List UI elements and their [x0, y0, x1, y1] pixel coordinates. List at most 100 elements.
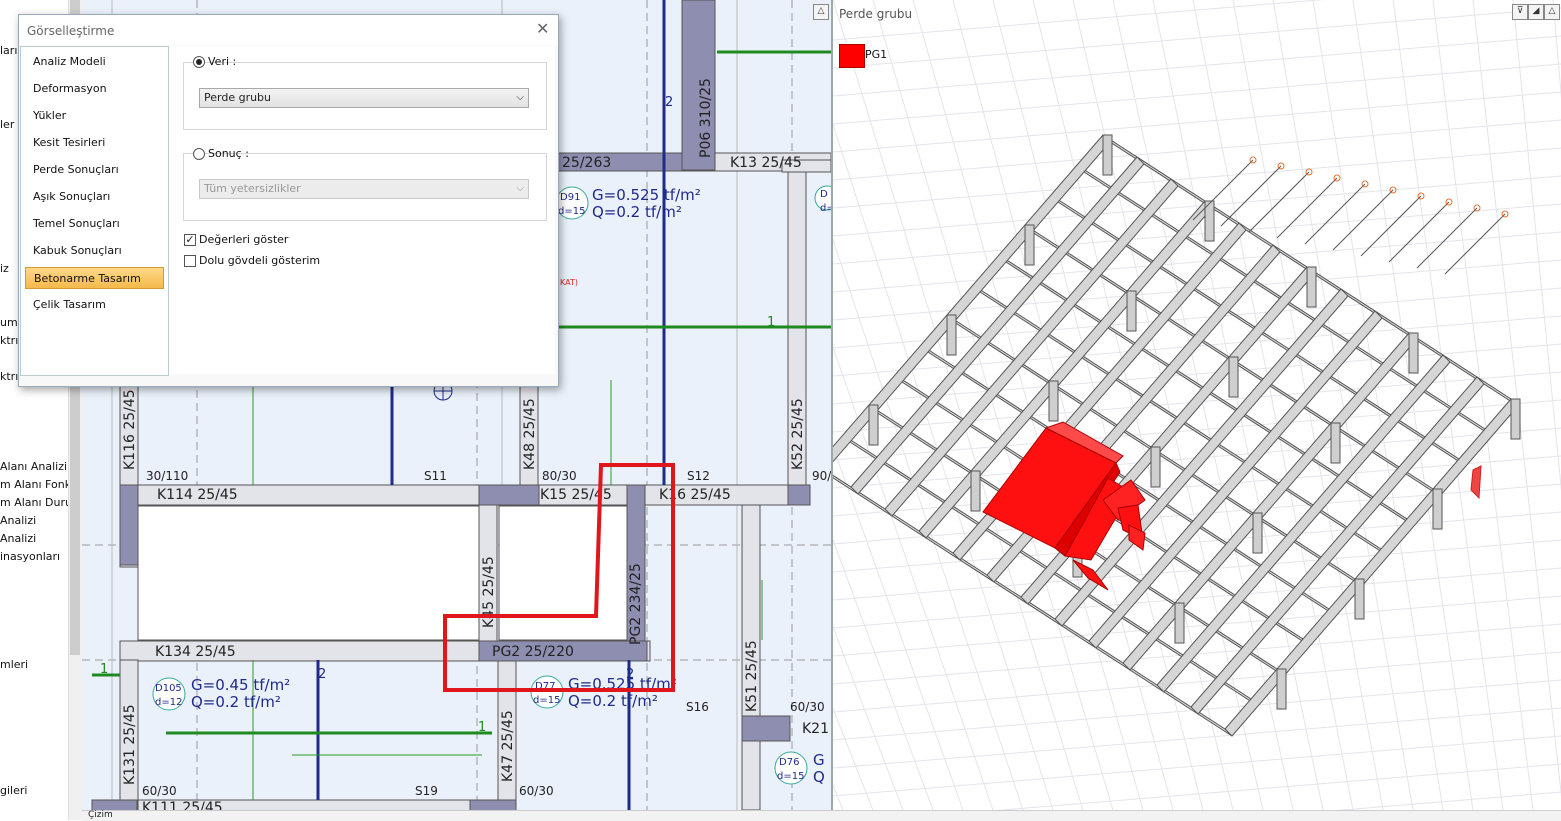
- tree-item[interactable]: ları: [0, 44, 17, 57]
- kat-note: KAT): [560, 278, 578, 287]
- sonuc-select-value: Tüm yetersizlikler: [204, 182, 301, 195]
- beam-label-k116: K116 25/45: [122, 389, 138, 470]
- view-icon[interactable]: ◢: [1528, 4, 1544, 20]
- beam-label-pg2-vertical: PG2 234/25: [628, 563, 644, 645]
- load-tag-d105: D105 d=12 G=0.45 tf/m² Q=0.2 tf/m²: [152, 676, 290, 711]
- tree-item[interactable]: ler: [0, 118, 14, 131]
- menu-item-a-k-sonu-lar-[interactable]: Aşık Sonuçları: [25, 186, 164, 208]
- dim-label: 60/30: [142, 784, 177, 798]
- veri-label: Veri :: [208, 55, 237, 68]
- beam-label-k47: K47 25/45: [500, 710, 516, 782]
- show-values-label: Değerleri göster: [199, 233, 289, 246]
- frame-column: [1174, 602, 1185, 644]
- frame-column: [1252, 512, 1263, 554]
- beam-label-25-263: 25/263: [562, 155, 611, 171]
- frame-column: [1276, 668, 1287, 710]
- tree-item[interactable]: Alanı Analizi: [0, 460, 67, 473]
- collapse-icon[interactable]: △: [1544, 4, 1560, 20]
- beam-label-p06: P06 310/25: [698, 78, 714, 158]
- beam-label-k131: K131 25/45: [122, 704, 138, 785]
- svg-text:d=15: d=15: [533, 695, 560, 706]
- tree-item[interactable]: ktrı: [0, 370, 18, 383]
- filter-icon[interactable]: ⊽: [1512, 4, 1528, 20]
- menu-item-perde-sonu-lar-[interactable]: Perde Sonuçları: [25, 159, 164, 181]
- chevron-down-icon: ⌵: [516, 183, 524, 194]
- svg-text:G: G: [813, 751, 825, 769]
- dim-label: 60/30: [519, 784, 554, 798]
- tree-item[interactable]: Analizi: [0, 532, 36, 545]
- svg-text:Q=0.2 tf/m²: Q=0.2 tf/m²: [592, 203, 682, 221]
- beam-label-k21: K21: [802, 721, 829, 737]
- view-title: Perde grubu: [839, 7, 913, 21]
- dialog-titlebar[interactable]: Görselleştirme ✕: [19, 15, 558, 45]
- beam-label-k51: K51 25/45: [744, 640, 760, 712]
- status-bar: Çizim: [82, 810, 1561, 821]
- dim-label: 60/30: [790, 700, 825, 714]
- tree-item[interactable]: mleri: [0, 658, 28, 671]
- load-tag-d77: D77 d=15 G=0.525 tf/m² Q=0.2 tf/m²: [530, 675, 677, 710]
- axis-number: 2: [626, 667, 634, 682]
- veri-select-value: Perde grubu: [204, 91, 272, 104]
- frame-column: [1102, 134, 1113, 176]
- svg-text:d=15: d=15: [777, 771, 804, 782]
- chevron-down-icon: ⌵: [516, 92, 524, 103]
- show-values-checkbox[interactable]: ✓: [184, 234, 196, 246]
- dim-label: 90/: [812, 469, 831, 483]
- 3d-model-canvas[interactable]: [833, 0, 1561, 810]
- axis-number: 2: [665, 95, 673, 110]
- menu-item-analiz-modeli[interactable]: Analiz Modeli: [25, 51, 164, 73]
- visualization-dialog[interactable]: Görselleştirme ✕ Analiz Modeli Deformasyo…: [18, 14, 559, 387]
- load-tag-d91: D91 d=15 G=0.525 tf/m² Q=0.2 tf/m²: [555, 186, 701, 221]
- legend-label: PG1: [865, 48, 888, 61]
- visualization-category-list[interactable]: Analiz Modeli Deformasyon Yükler Kesit Tesi…: [20, 46, 169, 376]
- frame-column: [1408, 332, 1419, 374]
- frame-column: [1354, 578, 1365, 620]
- menu-item-kesit-tesirleri[interactable]: Kesit Tesirleri: [25, 132, 164, 154]
- sonuc-radio[interactable]: [193, 148, 205, 160]
- beam-label-k48: K48 25/45: [522, 398, 538, 470]
- legend-color-swatch: [839, 44, 865, 68]
- svg-text:d=12: d=12: [155, 697, 182, 708]
- tree-item[interactable]: inasyonları: [0, 550, 60, 563]
- frame-column: [970, 470, 981, 512]
- tree-item[interactable]: m Alanı Fonk: [0, 478, 71, 491]
- solid-body-checkbox[interactable]: [184, 255, 196, 267]
- tree-item[interactable]: gileri: [0, 784, 27, 797]
- svg-text:Q=0.2 tf/m²: Q=0.2 tf/m²: [568, 692, 658, 710]
- menu-item-kabuk-sonu-lar-[interactable]: Kabuk Sonuçları: [25, 240, 164, 262]
- frame-column: [1126, 290, 1137, 332]
- axis-number: 1: [100, 662, 108, 677]
- menu-item--elik-tasar-m[interactable]: Çelik Tasarım: [25, 294, 164, 316]
- beam-label-pg2: PG2 25/220: [492, 644, 574, 660]
- frame-column: [1306, 266, 1317, 308]
- tree-item[interactable]: iz: [0, 262, 9, 275]
- slab-label-s16: S16: [686, 700, 709, 714]
- menu-item-y-kler[interactable]: Yükler: [25, 105, 164, 127]
- svg-text:G=0.45 tf/m²: G=0.45 tf/m²: [191, 676, 290, 694]
- menu-item-temel-sonu-lar-[interactable]: Temel Sonuçları: [25, 213, 164, 235]
- beam-label-k111: K111 25/45: [142, 800, 223, 810]
- dialog-title: Görselleştirme: [27, 24, 115, 38]
- tree-item[interactable]: ktrı: [0, 334, 18, 347]
- beam-label-k16: K16 25/45: [659, 487, 731, 503]
- menu-item-betonarme-tasar-m[interactable]: Betonarme Tasarım: [25, 267, 164, 289]
- plan-collapse-icon[interactable]: △: [813, 4, 829, 20]
- svg-text:D91: D91: [560, 192, 580, 203]
- tree-item[interactable]: Analizi: [0, 514, 36, 527]
- svg-text:Q: Q: [813, 768, 825, 786]
- svg-text:Q=0.2 tf/m²: Q=0.2 tf/m²: [191, 693, 281, 711]
- close-icon[interactable]: ✕: [536, 20, 552, 38]
- frame-column: [1024, 224, 1035, 266]
- frame-column: [1432, 488, 1443, 530]
- menu-item-deformasyon[interactable]: Deformasyon: [25, 78, 164, 100]
- svg-text:d=15: d=15: [558, 206, 585, 217]
- tree-item[interactable]: m Alanı Duru: [0, 496, 72, 509]
- slab-label-s11: S11: [424, 469, 447, 483]
- 3d-view-panel[interactable]: Perde grubu PG1 ⊽ ◢ △: [833, 0, 1561, 810]
- dim-label: 80/30: [542, 469, 577, 483]
- slab-label-s19: S19: [415, 784, 438, 798]
- dim-label: 30/110: [146, 469, 188, 483]
- veri-select[interactable]: Perde grubu ⌵: [199, 88, 529, 108]
- frame-column: [946, 314, 957, 356]
- veri-radio[interactable]: [193, 56, 205, 68]
